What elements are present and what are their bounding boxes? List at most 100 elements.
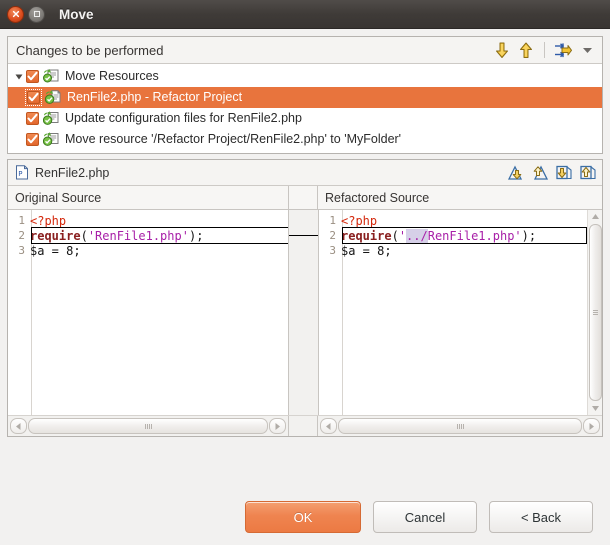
refactored-vertical-scrollbar[interactable] [587, 210, 602, 415]
line-number: 3 [18, 244, 25, 257]
code-token: ( [80, 228, 88, 243]
arrow-down-icon[interactable] [491, 40, 513, 61]
horizontal-scrollbar-thumb[interactable] [28, 418, 268, 434]
tree-checkbox[interactable] [26, 133, 39, 146]
dialog-body: Changes to be performed Move Resources R… [0, 29, 610, 545]
original-source-pane[interactable]: 1 <?php 2 require('RenFile1.php'); 3 $a … [8, 210, 289, 415]
code-token: $a = 8; [341, 243, 392, 258]
changes-panel: Changes to be performed Move Resources R… [7, 36, 603, 154]
tree-checkbox[interactable] [26, 70, 39, 83]
ok-button[interactable]: OK [245, 501, 361, 533]
scroll-right-icon[interactable] [583, 418, 600, 434]
code-token: ); [521, 228, 537, 243]
vertical-scrollbar-thumb[interactable] [588, 224, 602, 401]
tree-row-label: RenFile2.php - Refactor Project [67, 90, 243, 105]
back-button[interactable]: < Back [489, 501, 593, 533]
tree-row-label: Update configuration files for RenFile2.… [65, 111, 302, 126]
dialog-footer: OK Cancel < Back [7, 437, 603, 545]
line-number: 3 [329, 244, 336, 257]
tree-checkbox[interactable] [27, 91, 40, 104]
previous-difference-icon[interactable] [530, 163, 549, 182]
merge-viewer: 1 <?php 2 require('RenFile1.php'); 3 $a … [8, 210, 602, 415]
line-number: 1 [329, 214, 336, 227]
scroll-left-icon[interactable] [10, 418, 27, 434]
compare-panel: P RenFile2.php Original Source Refactore… [7, 159, 603, 437]
code-token: RenFile1.php' [427, 228, 522, 243]
refactoring-file-icon [44, 90, 62, 105]
line-number: 2 [329, 229, 336, 242]
original-source-code: 1 <?php 2 require('RenFile1.php'); 3 $a … [8, 210, 288, 258]
dialog-button-row: OK Cancel < Back [245, 501, 593, 533]
refactored-source-code: 1 <?php 2 require('../RenFile1.php'); 3 … [319, 210, 602, 258]
previous-change-icon[interactable] [578, 163, 597, 182]
code-token: <?php [30, 213, 67, 228]
compare-toolbar [506, 163, 597, 182]
code-line: 2 require('../RenFile1.php'); [319, 228, 602, 243]
code-line: 1 <?php [8, 213, 288, 228]
tree-row[interactable]: Move resource '/Refactor Project/RenFile… [8, 129, 602, 150]
changes-header-title: Changes to be performed [16, 42, 164, 58]
close-icon[interactable] [7, 5, 24, 23]
code-token: require [341, 228, 392, 243]
changes-tree: Move Resources RenFile2.php - Refactor P… [8, 64, 602, 153]
scroll-left-icon[interactable] [320, 418, 337, 434]
tree-checkbox[interactable] [26, 112, 39, 125]
code-token: require [30, 228, 81, 243]
scrollbar-grip-icon [144, 423, 152, 429]
column-header-original: Original Source [8, 186, 289, 209]
toolbar-separator [544, 42, 545, 58]
horizontal-scrollbar-spacer [289, 416, 318, 436]
code-token: $a = 8; [30, 243, 81, 258]
code-token-inserted: ../ [406, 228, 428, 243]
refactored-source-pane[interactable]: 1 <?php 2 require('../RenFile1.php'); 3 … [319, 210, 602, 415]
tree-row[interactable]: Update configuration files for RenFile2.… [8, 108, 602, 129]
code-token: ); [188, 228, 204, 243]
code-token: 'RenFile1.php' [87, 228, 189, 243]
window-titlebar: Move [0, 0, 610, 29]
compare-header: P RenFile2.php [8, 160, 602, 186]
change-connector-line [289, 235, 318, 236]
refactoring-composite-icon [43, 69, 60, 84]
tree-row[interactable]: Move Resources [8, 66, 602, 87]
merge-center-strip [289, 210, 319, 415]
php-file-icon: P [15, 165, 29, 180]
code-line: 2 require('RenFile1.php'); [8, 228, 288, 243]
column-header-spacer [289, 186, 318, 209]
refactored-horizontal-scrollbar[interactable] [318, 416, 602, 436]
code-tokens: require('RenFile1.php'); [28, 229, 203, 243]
chevron-down-icon[interactable] [576, 40, 598, 61]
scroll-right-icon[interactable] [269, 418, 286, 434]
tree-row-label: Move Resources [65, 69, 159, 84]
line-number: 1 [18, 214, 25, 227]
svg-text:P: P [18, 170, 22, 178]
tree-row-label: Move resource '/Refactor Project/RenFile… [65, 132, 402, 147]
code-line: 3 $a = 8; [8, 243, 288, 258]
move-refactoring-dialog: Move Changes to be performed Move Resour… [0, 0, 610, 545]
refactoring-change-icon [42, 132, 60, 147]
arrow-up-icon[interactable] [515, 40, 537, 61]
compare-column-headers: Original Source Refactored Source [8, 186, 602, 210]
original-horizontal-scrollbar[interactable] [8, 416, 289, 436]
horizontal-scrollbar-row [8, 415, 602, 436]
scroll-up-icon[interactable] [589, 210, 602, 223]
code-token: ( [391, 228, 399, 243]
code-line: 1 <?php [319, 213, 602, 228]
line-number: 2 [18, 229, 25, 242]
next-difference-icon[interactable] [506, 163, 525, 182]
code-line: 3 $a = 8; [319, 243, 602, 258]
filter-icon[interactable] [552, 40, 574, 61]
tree-checkbox-focus-ring [25, 89, 42, 106]
cancel-button[interactable]: Cancel [373, 501, 477, 533]
maximize-icon[interactable] [28, 5, 45, 23]
horizontal-scrollbar-thumb[interactable] [338, 418, 582, 434]
code-token: <?php [341, 213, 378, 228]
refactoring-change-icon [42, 111, 60, 126]
next-change-icon[interactable] [554, 163, 573, 182]
scroll-down-icon[interactable] [589, 402, 602, 415]
window-title: Move [59, 6, 94, 22]
changes-header: Changes to be performed [8, 37, 602, 64]
scrollbar-grip-icon [456, 423, 464, 429]
compare-file-name: RenFile2.php [35, 165, 110, 180]
expand-collapse-icon[interactable] [12, 70, 26, 84]
tree-row[interactable]: RenFile2.php - Refactor Project [8, 87, 602, 108]
